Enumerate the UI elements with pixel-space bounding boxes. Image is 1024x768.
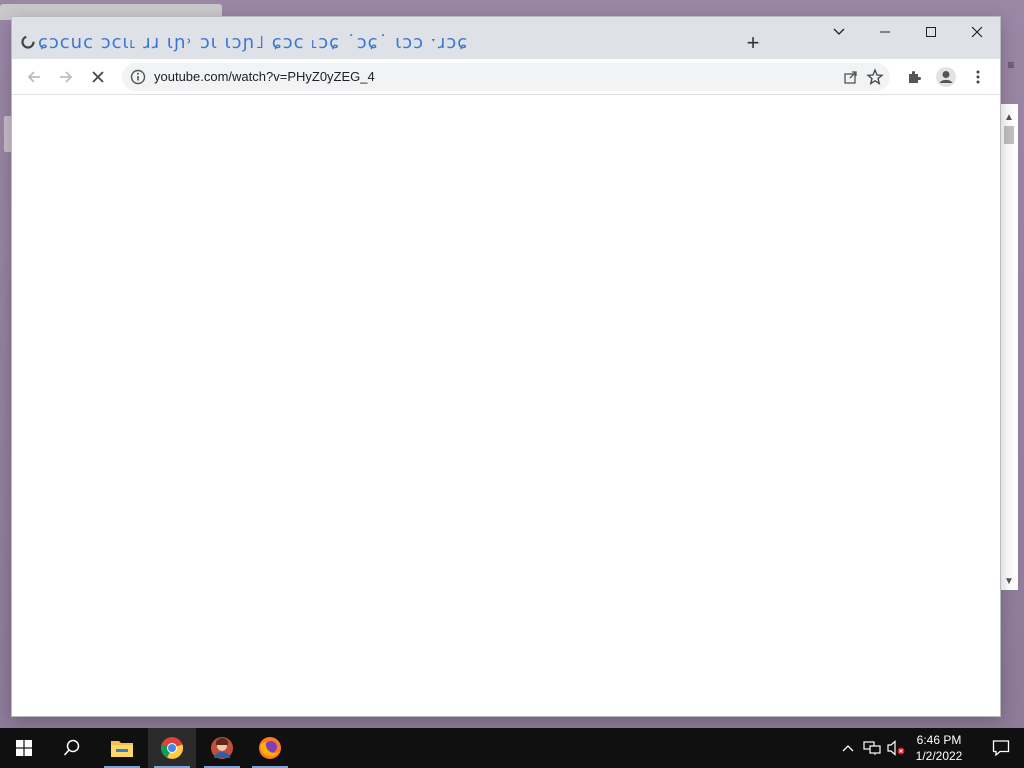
close-icon[interactable] [954,17,1000,47]
search-icon[interactable] [48,728,96,768]
forward-arrow-icon[interactable] [52,63,80,91]
chrome-window: ɕɔcuc ɔcɩ˪ ɹɹ ɩɲ˒ ɔɩ ɩɔɲ˩ ɕɔc ˪ɔɕ ˙ɔɕ˙ ɩ… [12,17,1000,716]
chrome-icon[interactable] [148,728,196,768]
loading-favicon-icon [20,34,36,50]
scroll-down-icon[interactable]: ▼ [1003,576,1015,588]
new-tab-button[interactable]: + [740,31,766,57]
browser-toolbar: youtube.com/watch?v=PHyZ0yZEG_4 [12,59,1000,95]
network-icon[interactable] [862,738,882,758]
system-clock[interactable]: 6:46 PM 1/2/2022 [908,732,970,764]
stop-icon[interactable] [84,63,112,91]
tab-active[interactable]: ɕɔcuc ɔcɩ˪ ɹɹ ɩɲ˒ ɔɩ ɩɔɲ˩ ɕɔc ˪ɔɕ ˙ɔɕ˙ ɩ… [12,25,724,59]
minimize-icon[interactable] [862,17,908,47]
tab-strip: ɕɔcuc ɔcɩ˪ ɹɹ ɩɲ˒ ɔɩ ɩɔɲ˩ ɕɔc ˪ɔɕ ˙ɔɕ˙ ɩ… [12,17,1000,59]
back-arrow-icon[interactable] [20,63,48,91]
kebab-menu-icon[interactable] [964,63,992,91]
background-window-edge [4,116,12,152]
maximize-icon[interactable] [908,17,954,47]
url-text[interactable]: youtube.com/watch?v=PHyZ0yZEG_4 [154,69,375,84]
address-bar[interactable]: youtube.com/watch?v=PHyZ0yZEG_4 [122,63,890,91]
file-explorer-icon[interactable] [98,728,146,768]
scroll-up-icon[interactable]: ▲ [1003,112,1015,124]
volume-muted-icon[interactable] [886,738,906,758]
scroll-thumb[interactable] [1004,126,1014,144]
tray-chevron-icon[interactable] [838,738,858,758]
taskbar: 6:46 PM 1/2/2022 [0,728,1024,768]
firefox-icon[interactable] [246,728,294,768]
tab-title: ɕɔcuc ɔcɩ˪ ɹɹ ɩɲ˒ ɔɩ ɩɔɲ˩ ɕɔc ˪ɔɕ ˙ɔɕ˙ ɩ… [38,31,469,53]
puzzle-icon[interactable] [900,63,928,91]
profile-icon[interactable] [932,63,960,91]
windows-start-icon[interactable] [0,728,48,768]
notification-icon[interactable] [978,728,1024,768]
info-icon[interactable] [130,69,146,85]
page-content[interactable] [12,96,1000,716]
background-menu-icon[interactable]: ≡ [1001,58,1021,72]
clock-date: 1/2/2022 [915,749,963,763]
user-avatar-icon[interactable] [198,728,246,768]
tab-search-icon[interactable] [816,17,862,47]
share-icon[interactable] [842,68,860,86]
star-icon[interactable] [866,68,884,86]
clock-time: 6:46 PM [916,733,962,747]
background-window-scrollbar[interactable]: ▲ ▼ [998,104,1018,590]
